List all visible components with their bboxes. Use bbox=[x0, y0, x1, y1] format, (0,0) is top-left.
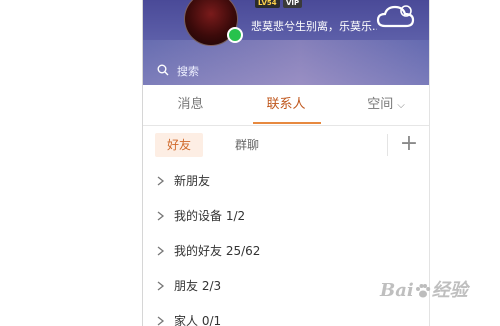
chevron-down-icon: ⌵ bbox=[397, 100, 405, 111]
personal-signature[interactable]: 悲莫悲兮生别离，乐莫乐... bbox=[251, 20, 377, 34]
chevron-right-icon bbox=[157, 246, 165, 256]
search-input[interactable] bbox=[177, 61, 397, 81]
divider bbox=[387, 134, 388, 156]
tab-space[interactable]: 空间 ⌵ bbox=[351, 85, 421, 125]
watermark-text-right: 经验 bbox=[431, 280, 468, 301]
tab-messages[interactable]: 消息 bbox=[163, 85, 218, 125]
chevron-right-icon bbox=[157, 316, 165, 326]
group-new-friends[interactable]: 新朋友 bbox=[143, 164, 429, 198]
weather-cloud-icon[interactable] bbox=[375, 2, 419, 32]
watermark-text-left: Bai bbox=[380, 280, 414, 301]
paw-icon bbox=[415, 284, 430, 298]
group-family[interactable]: 家人 0/1 bbox=[143, 304, 429, 326]
group-label: 我的好友 25/62 bbox=[174, 244, 261, 258]
add-button[interactable]: + bbox=[395, 130, 423, 158]
vip-badge[interactable]: VIP bbox=[283, 0, 303, 8]
screen: LV54 VIP 悲莫悲兮生别离，乐莫乐... 消息 联系人 空间⌵ bbox=[0, 0, 500, 326]
group-label: 我的设备 1/2 bbox=[174, 209, 246, 223]
group-label: 新朋友 bbox=[174, 174, 211, 188]
online-status-icon bbox=[227, 27, 243, 43]
chevron-right-icon bbox=[157, 176, 165, 186]
search-bar[interactable] bbox=[143, 58, 429, 84]
subtab-groups[interactable]: 群聊 bbox=[223, 133, 271, 157]
baidu-watermark: Bai 经验 bbox=[380, 276, 496, 306]
profile-header: LV54 VIP 悲莫悲兮生别离，乐莫乐... bbox=[143, 0, 429, 85]
tab-contacts[interactable]: 联系人 bbox=[251, 85, 321, 125]
subtab-friends[interactable]: 好友 bbox=[155, 133, 204, 157]
level-badge[interactable]: LV54 bbox=[255, 0, 280, 8]
group-my-devices[interactable]: 我的设备 1/2 bbox=[143, 199, 429, 233]
group-label: 家人 0/1 bbox=[174, 314, 222, 326]
group-label: 朋友 2/3 bbox=[174, 279, 222, 293]
main-tabs: 消息 联系人 空间 ⌵ bbox=[143, 85, 429, 126]
chevron-right-icon bbox=[157, 211, 165, 221]
chevron-right-icon bbox=[157, 281, 165, 291]
search-icon bbox=[157, 64, 169, 76]
contact-subtabs: 好友 群聊 + bbox=[143, 126, 429, 164]
tab-space-label: 空间 bbox=[367, 97, 394, 112]
group-my-friends[interactable]: 我的好友 25/62 bbox=[143, 234, 429, 268]
active-tab-indicator bbox=[253, 122, 321, 124]
